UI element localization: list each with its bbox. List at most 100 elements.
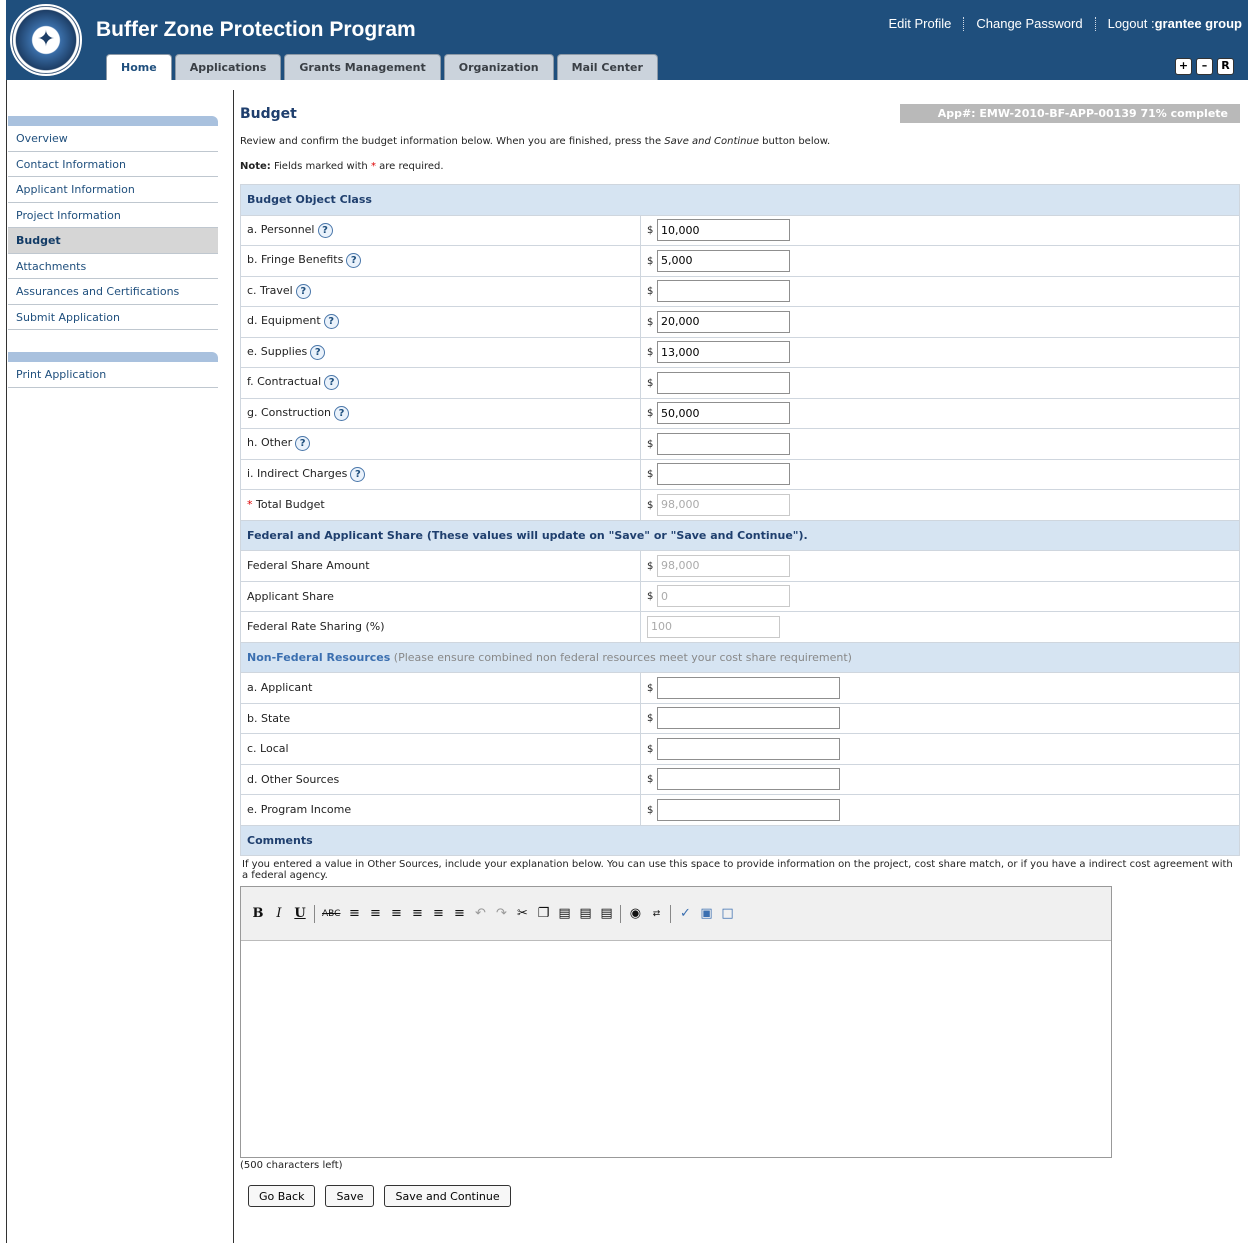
cut-icon[interactable]: ✂ [515, 906, 529, 921]
total-budget-field [657, 493, 790, 516]
tab-grants-management[interactable]: Grants Management [284, 54, 441, 80]
nonfederal-row: c. Local $ [240, 733, 1240, 765]
copy-icon[interactable]: ❐ [536, 906, 550, 921]
spellcheck-icon[interactable]: ✓ [678, 906, 692, 921]
justify-icon[interactable]: ≡ [410, 906, 424, 921]
help-icon[interactable]: ? [334, 405, 350, 421]
currency-symbol: $ [647, 560, 654, 572]
paste-word-icon[interactable]: ▤ [599, 906, 613, 921]
reset-text-button[interactable]: R [1217, 58, 1234, 75]
bold-icon[interactable]: B [251, 906, 265, 921]
help-icon[interactable]: ? [295, 436, 311, 452]
align-center-icon[interactable]: ≡ [368, 906, 382, 921]
app-title: Buffer Zone Protection Program [96, 18, 416, 41]
help-icon[interactable]: ? [317, 222, 333, 238]
sidebar-item-assurances[interactable]: Assurances and Certifications [8, 279, 218, 305]
nonfederal-value-cell: $ [640, 763, 1240, 795]
help-icon[interactable]: ? [310, 344, 326, 360]
find-icon[interactable]: ◉ [628, 906, 642, 921]
sidebar-cap [8, 116, 218, 126]
sidebar-item-submit-application[interactable]: Submit Application [8, 305, 218, 330]
budget-form: Budget Object Class a. Personnel? $ b. F… [240, 184, 1240, 856]
required-note: Note: Fields marked with * are required. [240, 161, 1240, 172]
increase-text-button[interactable]: + [1175, 58, 1192, 75]
help-icon[interactable]: ? [323, 314, 339, 330]
fringe-benefits-input[interactable] [657, 249, 790, 272]
tab-home[interactable]: Home [106, 54, 172, 80]
construction-input[interactable] [657, 402, 790, 425]
italic-icon[interactable]: I [272, 906, 286, 921]
currency-symbol: $ [647, 286, 654, 298]
save-button[interactable]: Save [325, 1185, 375, 1207]
budget-row: d. Equipment? $ [240, 306, 1240, 338]
toolbar-separator [620, 904, 622, 923]
budget-label-cell: e. Supplies? [240, 336, 641, 368]
applicant-resource-input[interactable] [657, 676, 840, 699]
paste-text-icon[interactable]: ▤ [578, 906, 592, 921]
align-right-icon[interactable]: ≡ [389, 906, 403, 921]
editor-text-area[interactable] [241, 941, 1111, 1157]
go-back-button[interactable]: Go Back [248, 1185, 316, 1207]
help-icon[interactable]: ? [295, 283, 311, 299]
federal-share-field [657, 554, 790, 577]
numbered-list-icon[interactable]: ≡ [452, 906, 466, 921]
tab-mail-center[interactable]: Mail Center [556, 54, 658, 80]
indirect-charges-input[interactable] [657, 463, 790, 486]
redo-icon[interactable]: ↷ [494, 906, 508, 921]
local-resource-input[interactable] [657, 737, 840, 760]
decrease-text-button[interactable]: – [1196, 58, 1213, 75]
sidebar-item-applicant-information[interactable]: Applicant Information [8, 177, 218, 203]
note-text-start: Fields marked with [270, 161, 371, 172]
change-password-link[interactable]: Change Password [976, 16, 1082, 31]
budget-row: i. Indirect Charges? $ [240, 458, 1240, 490]
comments-section-header: Comments [240, 824, 1240, 856]
sidebar-item-project-information[interactable]: Project Information [8, 203, 218, 228]
supplies-input[interactable] [657, 341, 790, 364]
logout-link[interactable]: Logout :grantee group [1108, 16, 1242, 31]
preview-icon[interactable]: □ [720, 906, 734, 921]
source-icon[interactable]: ▣ [699, 906, 713, 921]
comments-editor: B I U ABC ≡ ≡ ≡ ≡ ≡ ≡ ↶ ↷ ✂ ❐ ▤ ▤ ▤ ◉ ⇄ … [240, 886, 1112, 1158]
currency-symbol: $ [647, 408, 654, 420]
save-and-continue-button[interactable]: Save and Continue [384, 1185, 511, 1207]
tab-organization[interactable]: Organization [443, 54, 554, 80]
sidebar-item-attachments[interactable]: Attachments [8, 254, 218, 279]
nonfederal-title: Non-Federal Resources [247, 650, 391, 664]
bullet-list-icon[interactable]: ≡ [431, 906, 445, 921]
currency-symbol: $ [647, 255, 654, 267]
align-left-icon[interactable]: ≡ [347, 906, 361, 921]
help-icon[interactable]: ? [324, 375, 340, 391]
sidebar-item-budget[interactable]: Budget [8, 228, 218, 254]
help-icon[interactable]: ? [346, 253, 362, 269]
paste-icon[interactable]: ▤ [557, 906, 571, 921]
budget-label-cell: f. Contractual? [240, 367, 641, 399]
equipment-input[interactable] [657, 310, 790, 333]
share-label: Applicant Share [240, 580, 641, 612]
sidebar-item-overview[interactable]: Overview [8, 126, 218, 152]
budget-label-cell: h. Other? [240, 428, 641, 460]
sidebar-item-contact-information[interactable]: Contact Information [8, 152, 218, 177]
help-icon[interactable]: ? [350, 466, 366, 482]
contractual-input[interactable] [657, 371, 790, 394]
program-income-input[interactable] [657, 798, 840, 821]
intro-emphasis: Save and Continue [664, 136, 759, 147]
intro-text: Review and confirm the budget informatio… [240, 136, 1240, 147]
state-resource-input[interactable] [657, 707, 840, 730]
nonfederal-value-cell: $ [640, 672, 1240, 704]
other-sources-input[interactable] [657, 768, 840, 791]
user-name: grantee group [1154, 16, 1242, 31]
edit-profile-link[interactable]: Edit Profile [888, 16, 951, 31]
nonfederal-row: b. State $ [240, 702, 1240, 734]
budget-value-cell: $ [640, 367, 1240, 399]
tab-applications[interactable]: Applications [174, 54, 282, 80]
sidebar-item-print-application[interactable]: Print Application [8, 362, 218, 388]
personnel-input[interactable] [657, 219, 790, 242]
other-input[interactable] [657, 432, 790, 455]
budget-label: h. Other [247, 436, 293, 450]
replace-icon[interactable]: ⇄ [649, 909, 663, 919]
undo-icon[interactable]: ↶ [473, 906, 487, 921]
note-text-end: are required. [375, 161, 444, 172]
travel-input[interactable] [657, 280, 790, 303]
underline-icon[interactable]: U [293, 906, 307, 921]
strikethrough-icon[interactable]: ABC [322, 909, 340, 919]
